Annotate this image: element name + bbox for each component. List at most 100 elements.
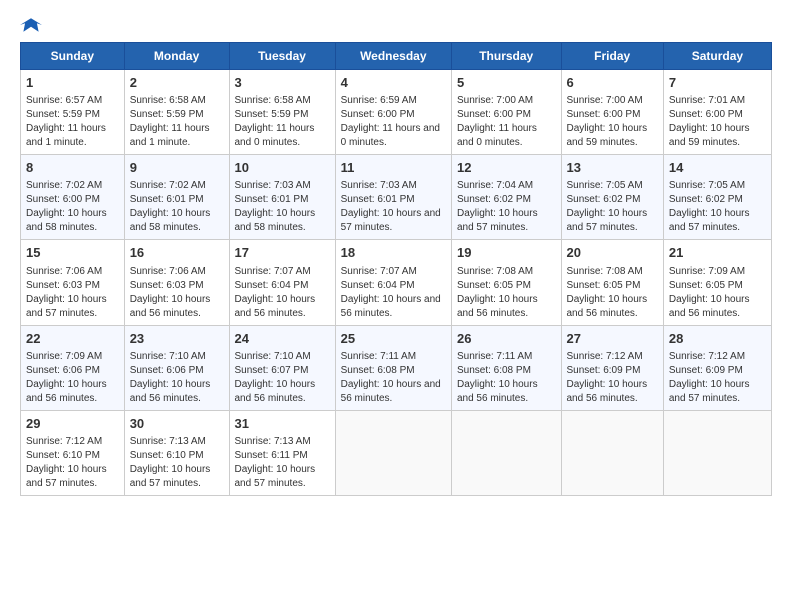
day-number: 20 bbox=[567, 244, 658, 262]
calendar-cell: 30 Sunrise: 7:13 AM Sunset: 6:10 PM Dayligh… bbox=[124, 410, 229, 495]
daylight-label: Daylight: 10 hours and 56 minutes. bbox=[235, 294, 316, 319]
day-number: 13 bbox=[567, 159, 658, 177]
day-number: 1 bbox=[26, 74, 119, 92]
day-number: 15 bbox=[26, 244, 119, 262]
calendar-cell: 21Sunrise: 7:09 AMSunset: 6:05 PMDayligh… bbox=[663, 240, 771, 325]
daylight-label: Daylight: 11 hours and 0 minutes. bbox=[235, 123, 315, 148]
day-number: 30 bbox=[130, 415, 224, 433]
day-number: 17 bbox=[235, 244, 330, 262]
sunset-label: Sunset: 6:09 PM bbox=[669, 365, 743, 376]
daylight-label: Daylight: 10 hours and 57 minutes. bbox=[341, 208, 441, 233]
sunrise-label: Sunrise: 7:00 AM bbox=[457, 95, 533, 106]
daylight-label: Daylight: 11 hours and 0 minutes. bbox=[457, 123, 537, 148]
sunrise-label: Sunrise: 7:01 AM bbox=[669, 95, 745, 106]
logo-bird-icon bbox=[20, 16, 42, 34]
weekday-header-wednesday: Wednesday bbox=[335, 43, 451, 70]
daylight-label: Daylight: 10 hours and 57 minutes. bbox=[567, 208, 648, 233]
weekday-header-tuesday: Tuesday bbox=[229, 43, 335, 70]
sunset-label: Sunset: 6:05 PM bbox=[669, 280, 743, 291]
daylight-label: Daylight: 10 hours and 57 minutes. bbox=[130, 464, 211, 489]
day-number: 22 bbox=[26, 330, 119, 348]
sunrise-label: Sunrise: 7:12 AM bbox=[567, 351, 643, 362]
weekday-header-sunday: Sunday bbox=[21, 43, 125, 70]
calendar-cell: 5 Sunrise: 7:00 AM Sunset: 6:00 PM Daylight… bbox=[451, 70, 561, 155]
daylight-label: Daylight: 10 hours and 56 minutes. bbox=[341, 294, 441, 319]
calendar-cell: 20Sunrise: 7:08 AMSunset: 6:05 PMDayligh… bbox=[561, 240, 663, 325]
daylight-label: Daylight: 11 hours and 0 minutes. bbox=[341, 123, 440, 148]
sunrise-label: Sunrise: 7:05 AM bbox=[567, 180, 643, 191]
sunrise-label: Sunrise: 7:09 AM bbox=[26, 351, 102, 362]
calendar-cell bbox=[663, 410, 771, 495]
calendar-cell: 16Sunrise: 7:06 AMSunset: 6:03 PMDayligh… bbox=[124, 240, 229, 325]
sunrise-label: Sunrise: 7:00 AM bbox=[567, 95, 643, 106]
day-number: 26 bbox=[457, 330, 556, 348]
calendar-cell: 15 Sunrise: 7:06 AM Sunset: 6:03 PM Dayligh… bbox=[21, 240, 125, 325]
day-number: 6 bbox=[567, 74, 658, 92]
daylight-label: Daylight: 10 hours and 56 minutes. bbox=[26, 379, 107, 404]
sunrise-label: Sunrise: 7:07 AM bbox=[341, 266, 417, 277]
sunrise-label: Sunrise: 7:08 AM bbox=[567, 266, 643, 277]
daylight-label: Daylight: 10 hours and 59 minutes. bbox=[567, 123, 648, 148]
calendar-cell: 12Sunrise: 7:04 AMSunset: 6:02 PMDayligh… bbox=[451, 155, 561, 240]
daylight-label: Daylight: 10 hours and 56 minutes. bbox=[567, 379, 648, 404]
calendar-cell: 28Sunrise: 7:12 AMSunset: 6:09 PMDayligh… bbox=[663, 325, 771, 410]
day-number: 28 bbox=[669, 330, 766, 348]
day-number: 8 bbox=[26, 159, 119, 177]
calendar-cell: 27Sunrise: 7:12 AMSunset: 6:09 PMDayligh… bbox=[561, 325, 663, 410]
sunrise-label: Sunrise: 7:08 AM bbox=[457, 266, 533, 277]
day-number: 31 bbox=[235, 415, 330, 433]
calendar-cell bbox=[335, 410, 451, 495]
calendar-week-row: 15 Sunrise: 7:06 AM Sunset: 6:03 PM Dayligh… bbox=[21, 240, 772, 325]
sunrise-label: Sunrise: 7:13 AM bbox=[130, 436, 206, 447]
calendar-cell: 6Sunrise: 7:00 AMSunset: 6:00 PMDaylight… bbox=[561, 70, 663, 155]
daylight-label: Daylight: 10 hours and 58 minutes. bbox=[235, 208, 316, 233]
daylight-label: Daylight: 10 hours and 56 minutes. bbox=[341, 379, 441, 404]
sunset-label: Sunset: 6:10 PM bbox=[130, 450, 204, 461]
sunset-label: Sunset: 6:00 PM bbox=[457, 109, 531, 120]
sunrise-label: Sunrise: 7:11 AM bbox=[457, 351, 532, 362]
sunrise-label: Sunrise: 7:10 AM bbox=[235, 351, 311, 362]
daylight-label: Daylight: 10 hours and 58 minutes. bbox=[130, 208, 211, 233]
sunset-label: Sunset: 6:05 PM bbox=[567, 280, 641, 291]
daylight-label: Daylight: 10 hours and 56 minutes. bbox=[235, 379, 316, 404]
calendar-cell: 31Sunrise: 7:13 AMSunset: 6:11 PMDayligh… bbox=[229, 410, 335, 495]
calendar-cell: 24Sunrise: 7:10 AMSunset: 6:07 PMDayligh… bbox=[229, 325, 335, 410]
sunset-label: Sunset: 5:59 PM bbox=[130, 109, 204, 120]
sunset-label: Sunset: 6:06 PM bbox=[26, 365, 100, 376]
day-number: 19 bbox=[457, 244, 556, 262]
calendar-cell: 29Sunrise: 7:12 AMSunset: 6:10 PMDayligh… bbox=[21, 410, 125, 495]
calendar-cell: 19Sunrise: 7:08 AMSunset: 6:05 PMDayligh… bbox=[451, 240, 561, 325]
day-number: 24 bbox=[235, 330, 330, 348]
calendar-cell: 11Sunrise: 7:03 AMSunset: 6:01 PMDayligh… bbox=[335, 155, 451, 240]
sunset-label: Sunset: 6:00 PM bbox=[341, 109, 415, 120]
day-number: 11 bbox=[341, 159, 446, 177]
sunset-label: Sunset: 6:02 PM bbox=[567, 194, 641, 205]
calendar-cell: 8Sunrise: 7:02 AMSunset: 6:00 PMDaylight… bbox=[21, 155, 125, 240]
daylight-label: Daylight: 10 hours and 57 minutes. bbox=[669, 208, 750, 233]
sunset-label: Sunset: 6:08 PM bbox=[457, 365, 531, 376]
daylight-label: Daylight: 10 hours and 56 minutes. bbox=[457, 294, 538, 319]
sunrise-label: Sunrise: 6:58 AM bbox=[235, 95, 311, 106]
day-number: 10 bbox=[235, 159, 330, 177]
sunrise-label: Sunrise: 6:57 AM bbox=[26, 95, 102, 106]
sunset-label: Sunset: 6:02 PM bbox=[669, 194, 743, 205]
daylight-label: Daylight: 10 hours and 56 minutes. bbox=[130, 379, 211, 404]
calendar-cell: 14Sunrise: 7:05 AMSunset: 6:02 PMDayligh… bbox=[663, 155, 771, 240]
day-number: 16 bbox=[130, 244, 224, 262]
weekday-header-saturday: Saturday bbox=[663, 43, 771, 70]
sunrise-label: Sunrise: 7:06 AM bbox=[26, 266, 102, 277]
sunrise-label: Sunrise: 7:02 AM bbox=[26, 180, 102, 191]
day-number: 23 bbox=[130, 330, 224, 348]
daylight-label: Daylight: 10 hours and 59 minutes. bbox=[669, 123, 750, 148]
calendar-cell: 7Sunrise: 7:01 AMSunset: 6:00 PMDaylight… bbox=[663, 70, 771, 155]
day-number: 27 bbox=[567, 330, 658, 348]
day-number: 18 bbox=[341, 244, 446, 262]
sunrise-label: Sunrise: 6:58 AM bbox=[130, 95, 206, 106]
daylight-label: Daylight: 10 hours and 57 minutes. bbox=[26, 294, 107, 319]
calendar-cell: 17Sunrise: 7:07 AMSunset: 6:04 PMDayligh… bbox=[229, 240, 335, 325]
calendar-week-row: 29Sunrise: 7:12 AMSunset: 6:10 PMDayligh… bbox=[21, 410, 772, 495]
sunset-label: Sunset: 6:03 PM bbox=[26, 280, 100, 291]
day-number: 5 bbox=[457, 74, 556, 92]
logo bbox=[20, 16, 46, 34]
weekday-header-thursday: Thursday bbox=[451, 43, 561, 70]
